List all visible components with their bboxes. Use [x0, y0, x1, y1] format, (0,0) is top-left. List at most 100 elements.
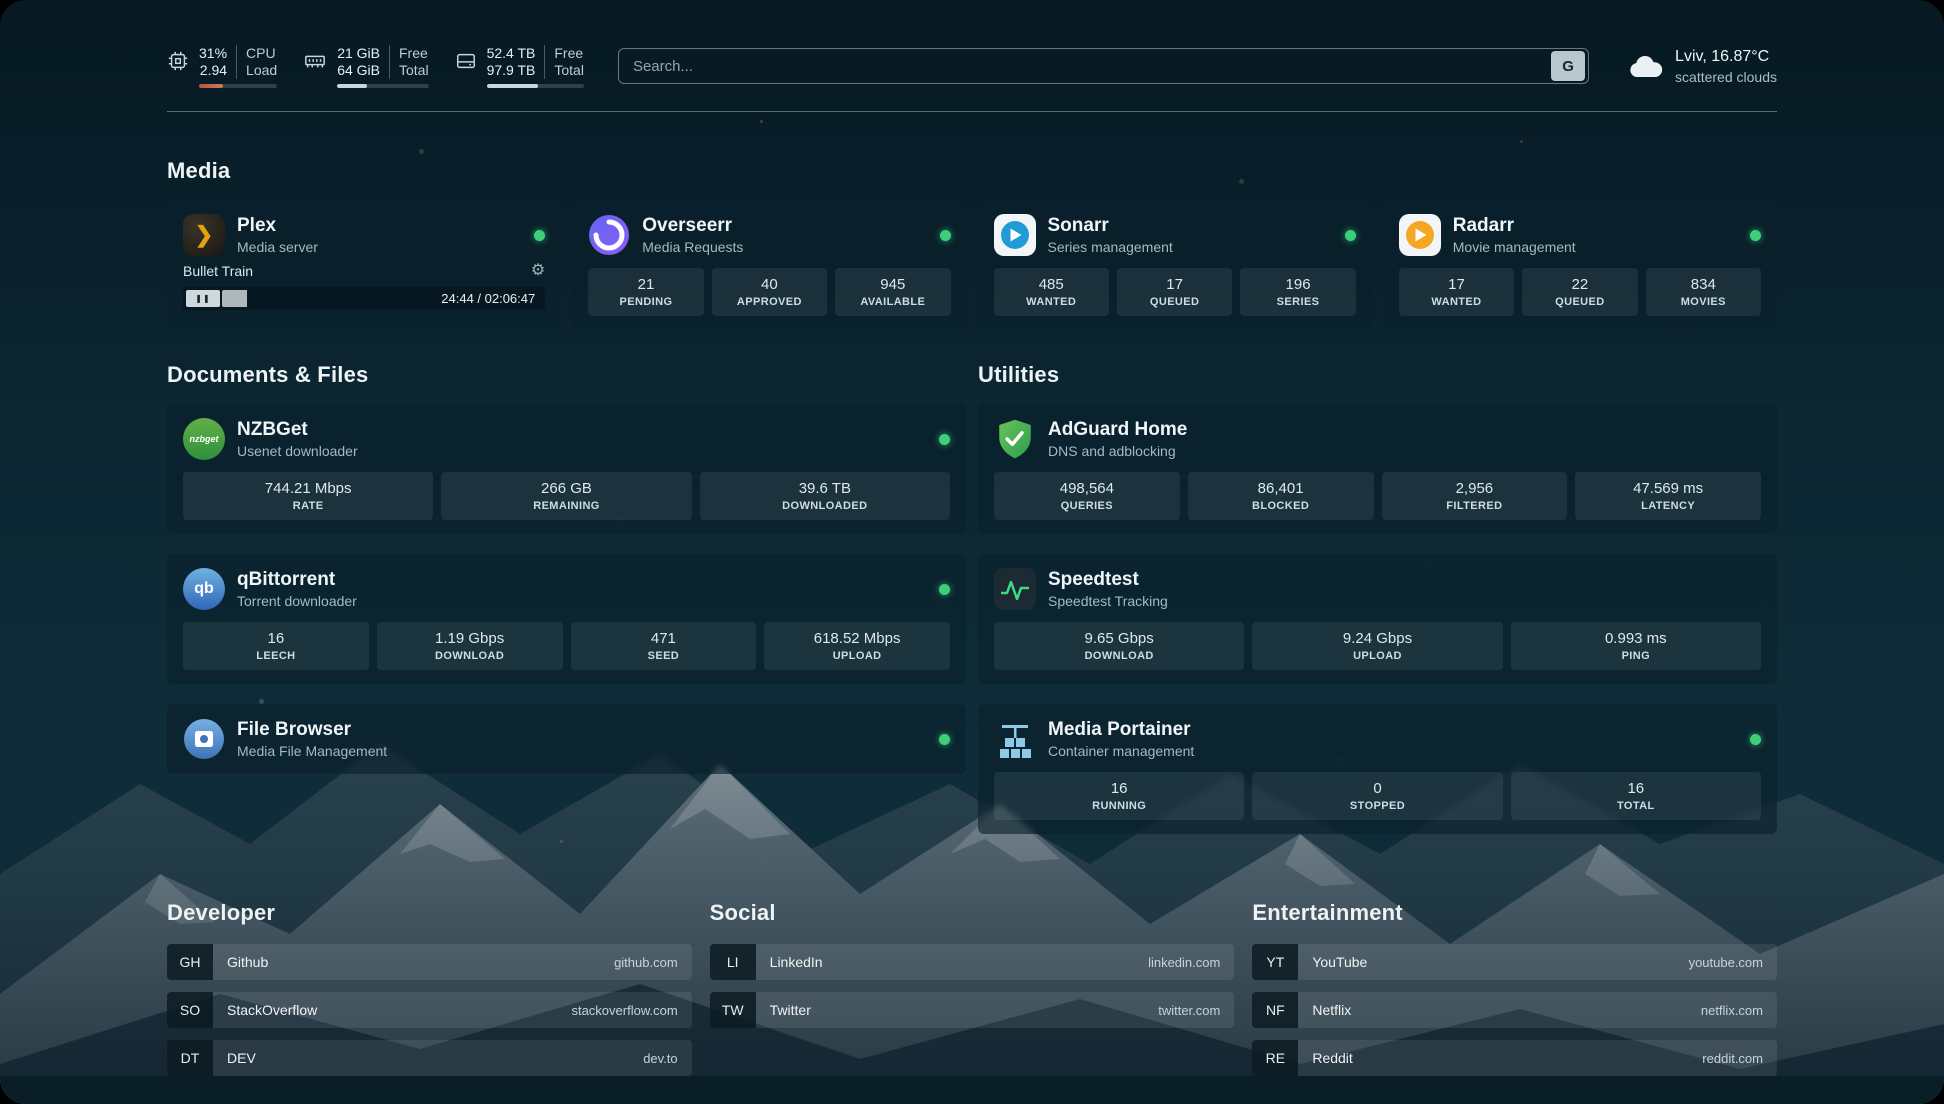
bookmarks-social: Social LI LinkedIn linkedin.com TW Twitt… [710, 900, 1235, 1076]
app-card-radarr[interactable]: Radarr Movie management 17 WANTED 22 QUE… [1383, 200, 1777, 330]
bookmark-name: Reddit [1312, 1050, 1352, 1066]
stat-value: 9.65 Gbps [1085, 630, 1154, 647]
stat-label: DOWNLOADED [782, 500, 867, 512]
app-card-qbittorrent[interactable]: qb qBittorrent Torrent downloader 16 LEE… [167, 554, 966, 684]
stat-value: 47.569 ms [1633, 480, 1703, 497]
bookmark-reddit[interactable]: RE Reddit reddit.com [1252, 1040, 1777, 1076]
bookmark-url: twitter.com [1158, 1003, 1220, 1018]
status-dot [939, 434, 950, 445]
section-utilities: Utilities [978, 362, 1777, 834]
search-input[interactable] [619, 58, 1551, 75]
app-subtitle: Speedtest Tracking [1048, 593, 1168, 610]
stat-value: 21 [638, 276, 655, 293]
app-subtitle: Media Requests [642, 239, 743, 256]
stat-value: 834 [1691, 276, 1716, 293]
stat-label: FILTERED [1446, 500, 1502, 512]
speedtest-stat-ping: 0.993 ms PING [1511, 622, 1761, 670]
weather-location: Lviv, 16.87°C [1675, 47, 1777, 67]
stat-label: BLOCKED [1252, 500, 1309, 512]
memory-total-value: 64 GiB [337, 62, 380, 79]
section-title-utilities: Utilities [978, 362, 1777, 388]
cpu-label-2: Load [246, 62, 277, 79]
cpu-load-value: 2.94 [200, 62, 227, 79]
bookmark-stackoverflow[interactable]: SO StackOverflow stackoverflow.com [167, 992, 692, 1028]
bookmark-abbr: LI [710, 944, 756, 980]
sonarr-stat-wanted: 485 WANTED [994, 268, 1109, 316]
search-provider-button[interactable]: G [1551, 51, 1585, 81]
qbittorrent-icon: qb [183, 568, 225, 610]
stat-value: 86,401 [1258, 480, 1304, 497]
weather-widget[interactable]: Lviv, 16.87°C scattered clouds [1627, 47, 1777, 86]
app-card-portainer[interactable]: Media Portainer Container management 16 … [978, 704, 1777, 834]
stat-value: 0.993 ms [1605, 630, 1667, 647]
memory-label-2: Total [399, 62, 429, 79]
bookmark-netflix[interactable]: NF Netflix netflix.com [1252, 992, 1777, 1028]
section-documents: Documents & Files nzbget NZBGet Usenet d… [167, 362, 966, 774]
overseerr-stat-available: 945 AVAILABLE [835, 268, 950, 316]
playback-progress[interactable] [222, 290, 431, 307]
stat-label: RUNNING [1092, 800, 1146, 812]
stat-label: STOPPED [1350, 800, 1405, 812]
search-bar: G [618, 48, 1589, 84]
weather-condition: scattered clouds [1675, 68, 1777, 86]
plex-player-bar: ❚❚ 24:44 / 02:06:47 [183, 287, 545, 310]
bookmark-abbr: TW [710, 992, 756, 1028]
stat-label: DOWNLOAD [1085, 650, 1154, 662]
bookmark-url: netflix.com [1701, 1003, 1763, 1018]
status-dot [939, 584, 950, 595]
stat-label: LEECH [256, 650, 295, 662]
app-card-adguard[interactable]: AdGuard Home DNS and adblocking 498,564 … [978, 404, 1777, 534]
bookmark-name: StackOverflow [227, 1002, 317, 1018]
stat-label: DOWNLOAD [435, 650, 504, 662]
adguard-stat-filtered: 2,956 FILTERED [1382, 472, 1568, 520]
bookmark-dev[interactable]: DT DEV dev.to [167, 1040, 692, 1076]
status-dot [1750, 230, 1761, 241]
stat-label: UPLOAD [1353, 650, 1402, 662]
overseerr-stat-pending: 21 PENDING [588, 268, 703, 316]
bookmark-youtube[interactable]: YT YouTube youtube.com [1252, 944, 1777, 980]
stat-label: LATENCY [1641, 500, 1695, 512]
cpu-widget: 31% 2.94 CPU Load [167, 45, 277, 88]
app-card-filebrowser[interactable]: File Browser Media File Management [167, 704, 966, 774]
stat-label: WANTED [1431, 296, 1481, 308]
app-subtitle: DNS and adblocking [1048, 443, 1187, 460]
sonarr-stat-queued: 17 QUEUED [1117, 268, 1232, 316]
stat-label: TOTAL [1617, 800, 1655, 812]
app-card-sonarr[interactable]: Sonarr Series management 485 WANTED 17 Q… [978, 200, 1372, 330]
disk-icon [455, 50, 477, 72]
app-card-overseerr[interactable]: Overseerr Media Requests 21 PENDING 40 A… [572, 200, 966, 330]
app-card-nzbget[interactable]: nzbget NZBGet Usenet downloader 744.21 M… [167, 404, 966, 534]
status-dot [940, 230, 951, 241]
app-subtitle: Media server [237, 239, 318, 256]
bookmark-github[interactable]: GH Github github.com [167, 944, 692, 980]
app-title: AdGuard Home [1048, 419, 1187, 441]
app-title: Media Portainer [1048, 719, 1194, 741]
stat-label: WANTED [1026, 296, 1076, 308]
section-media: Media ❯ Plex Media server Bullet Train [167, 158, 1777, 330]
bookmark-twitter[interactable]: TW Twitter twitter.com [710, 992, 1235, 1028]
section-title-media: Media [167, 158, 1777, 184]
adguard-icon [994, 418, 1036, 460]
pause-button[interactable]: ❚❚ [186, 290, 220, 307]
app-subtitle: Series management [1048, 239, 1173, 256]
app-card-speedtest[interactable]: Speedtest Speedtest Tracking 9.65 Gbps D… [978, 554, 1777, 684]
bookmark-abbr: GH [167, 944, 213, 980]
stat-value: 0 [1373, 780, 1381, 797]
stat-value: 485 [1039, 276, 1064, 293]
bookmark-url: stackoverflow.com [571, 1003, 677, 1018]
gear-icon[interactable]: ⚙ [531, 263, 545, 279]
qbittorrent-stat-seed: 471 SEED [571, 622, 757, 670]
bookmark-linkedin[interactable]: LI LinkedIn linkedin.com [710, 944, 1235, 980]
app-card-plex[interactable]: ❯ Plex Media server Bullet Train ⚙ ❚❚ [167, 200, 561, 330]
stat-value: 39.6 TB [799, 480, 851, 497]
portainer-stat-stopped: 0 STOPPED [1252, 772, 1502, 820]
app-title: Speedtest [1048, 569, 1168, 591]
app-title: Overseerr [642, 215, 743, 237]
stat-label: SEED [648, 650, 680, 662]
dashboard-content: 31% 2.94 CPU Load [0, 0, 1944, 1104]
stat-label: APPROVED [737, 296, 802, 308]
bookmark-abbr: DT [167, 1040, 213, 1076]
stat-label: QUEUED [1555, 296, 1604, 308]
stat-label: RATE [293, 500, 324, 512]
header-divider [167, 111, 1777, 112]
